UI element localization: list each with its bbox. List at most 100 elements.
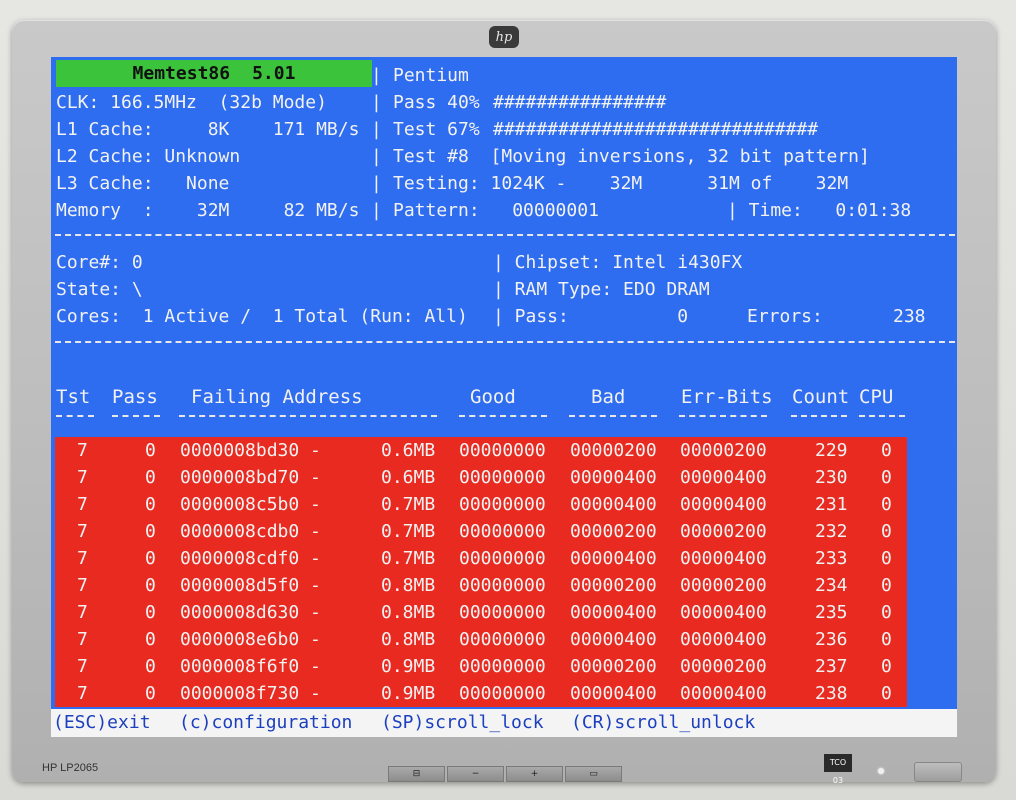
cell-pass: 0 xyxy=(145,683,156,704)
cell-good: 00000000 xyxy=(459,494,546,515)
cell-count: 232 xyxy=(815,521,848,542)
test-progress-label: Test 67% xyxy=(393,119,480,140)
cell-cpu: 0 xyxy=(881,467,892,488)
cell-cpu: 0 xyxy=(881,548,892,569)
menu-button[interactable]: ▭ xyxy=(565,766,622,782)
table-row: 7 0 0000008cdb0 -0.7MB 00000000 00000200 0000… xyxy=(55,518,907,545)
cell-tst: 7 xyxy=(77,521,88,542)
cell-count: 233 xyxy=(815,548,848,569)
col-header-err-bits: Err-Bits xyxy=(681,386,773,408)
cell-good: 00000000 xyxy=(459,602,546,623)
col-underline xyxy=(179,415,437,419)
cell-failing-address: 0000008f730 - xyxy=(180,683,321,704)
cell-pass: 0 xyxy=(145,440,156,461)
cell-size: 0.6MB xyxy=(381,467,436,488)
app-title-bar: Memtest86 5.01 xyxy=(56,60,372,87)
col-underline xyxy=(569,415,657,419)
pass-progress-label: Pass 40% xyxy=(393,92,480,113)
error-table: 7 0 0000008bd30 -0.6MB 00000000 00000200 0000… xyxy=(55,437,907,707)
input-select-button[interactable]: ⊟ xyxy=(388,766,445,782)
cell-failing-address: 0000008d630 - xyxy=(180,602,321,623)
clock-info: CLK: 166.5MHz (32b Mode) xyxy=(56,92,327,113)
cell-pass: 0 xyxy=(145,656,156,677)
cell-count: 238 xyxy=(815,683,848,704)
errors-label: Errors: xyxy=(747,306,823,327)
cell-err-bits: 00000200 xyxy=(680,440,767,461)
col-header-cpu: CPU xyxy=(859,386,894,408)
cell-err-bits: 00000400 xyxy=(680,467,767,488)
cell-err-bits: 00000400 xyxy=(680,629,767,650)
table-row: 7 0 0000008bd30 -0.6MB 00000000 00000200 0000… xyxy=(55,437,907,464)
tco-badge: TCO 03 xyxy=(824,754,852,785)
col-header-tst: Tst xyxy=(56,386,91,408)
cell-tst: 7 xyxy=(77,575,88,596)
minus-button[interactable]: − xyxy=(447,766,504,782)
column-separator: | xyxy=(371,92,382,113)
divider-line xyxy=(55,234,955,239)
cell-tst: 7 xyxy=(77,440,88,461)
table-row: 7 0 0000008cdf0 -0.7MB 00000000 00000400 0000… xyxy=(55,545,907,572)
column-separator: | xyxy=(371,65,382,86)
cell-count: 230 xyxy=(815,467,848,488)
cell-err-bits: 00000400 xyxy=(680,548,767,569)
elapsed-time: | Time: 0:01:38 xyxy=(727,200,912,221)
cell-failing-address: 0000008bd70 - xyxy=(180,467,321,488)
cell-good: 00000000 xyxy=(459,629,546,650)
memory-info: Memory : 32M 82 MB/s xyxy=(56,200,360,221)
cell-tst: 7 xyxy=(77,683,88,704)
col-header-bad: Bad xyxy=(591,386,626,408)
cell-err-bits: 00000400 xyxy=(680,494,767,515)
cell-count: 235 xyxy=(815,602,848,623)
table-row: 7 0 0000008e6b0 -0.8MB 00000000 00000400 0000… xyxy=(55,626,907,653)
cell-tst: 7 xyxy=(77,467,88,488)
errors-count: 238 xyxy=(893,306,926,327)
cell-size: 0.7MB xyxy=(381,494,436,515)
cell-bad: 00000400 xyxy=(570,683,657,704)
cell-err-bits: 00000200 xyxy=(680,575,767,596)
test-progress-bar: ############################## xyxy=(493,119,819,140)
cell-bad: 00000200 xyxy=(570,575,657,596)
cell-cpu: 0 xyxy=(881,521,892,542)
table-row: 7 0 0000008c5b0 -0.7MB 00000000 00000400 0000… xyxy=(55,491,907,518)
cell-cpu: 0 xyxy=(881,575,892,596)
cell-err-bits: 00000200 xyxy=(680,521,767,542)
core-number: Core#: 0 xyxy=(56,252,143,273)
cell-size: 0.8MB xyxy=(381,575,436,596)
scroll-unlock-shortcut[interactable]: (CR)scroll_unlock xyxy=(571,711,755,735)
cell-failing-address: 0000008e6b0 - xyxy=(180,629,321,650)
col-header-pass: Pass xyxy=(112,386,158,408)
cell-bad: 00000200 xyxy=(570,521,657,542)
plus-button[interactable]: + xyxy=(506,766,563,782)
table-row: 7 0 0000008bd70 -0.6MB 00000000 00000400 0000… xyxy=(55,464,907,491)
exit-shortcut[interactable]: (ESC)exit xyxy=(53,711,151,735)
pass-progress-bar: ################ xyxy=(493,92,667,113)
cell-good: 00000000 xyxy=(459,521,546,542)
scroll-lock-shortcut[interactable]: (SP)scroll_lock xyxy=(381,711,544,735)
cell-err-bits: 00000400 xyxy=(680,602,767,623)
cell-tst: 7 xyxy=(77,602,88,623)
table-row: 7 0 0000008d630 -0.8MB 00000000 00000400 0000… xyxy=(55,599,907,626)
memtest-screen: Memtest86 5.01 CLK: 166.5MHz (32b Mode) … xyxy=(51,57,957,737)
hp-logo: hp xyxy=(489,26,519,48)
cell-count: 231 xyxy=(815,494,848,515)
cell-cpu: 0 xyxy=(881,440,892,461)
cell-err-bits: 00000200 xyxy=(680,656,767,677)
testing-range: Testing: 1024K - 32M 31M of 32M xyxy=(393,173,849,194)
col-header-failing-address: Failing Address xyxy=(191,386,363,408)
cell-size: 0.8MB xyxy=(381,602,436,623)
cell-size: 0.9MB xyxy=(381,656,436,677)
cell-count: 236 xyxy=(815,629,848,650)
cell-good: 00000000 xyxy=(459,467,546,488)
col-underline xyxy=(112,415,160,419)
column-separator: | xyxy=(371,173,382,194)
cell-size: 0.8MB xyxy=(381,629,436,650)
cell-err-bits: 00000400 xyxy=(680,683,767,704)
cell-failing-address: 0000008cdf0 - xyxy=(180,548,321,569)
pass-count: | Pass: 0 xyxy=(493,306,689,327)
configuration-shortcut[interactable]: (c)configuration xyxy=(179,711,352,735)
cell-pass: 0 xyxy=(145,494,156,515)
col-underline xyxy=(859,415,905,419)
cell-pass: 0 xyxy=(145,548,156,569)
power-button[interactable] xyxy=(914,762,962,782)
column-separator: | xyxy=(371,200,382,221)
